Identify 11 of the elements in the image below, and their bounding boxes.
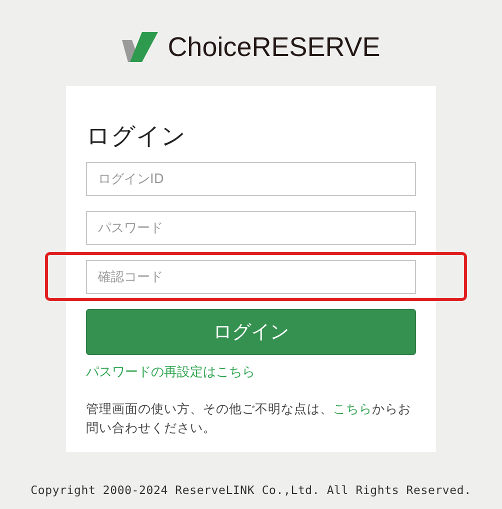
checkmark-logo-icon [122,32,158,62]
login-button[interactable]: ログイン [86,309,416,355]
copyright-text: Copyright 2000-2024 ReserveLINK Co.,Ltd. All Rights Reserved. [30,482,472,499]
login-title: ログイン [86,121,187,152]
input-field[interactable]: ログインID [86,162,416,196]
contact-link[interactable]: こちら [333,401,372,416]
help-text: 管理画面の使い方、その他ご不明な点は、こちら からお問い合わせください。 [86,400,412,437]
logo-text: ChoiceRESERVE [168,34,380,60]
input-field[interactable]: 確認コード [86,260,416,294]
password-reset-link[interactable]: パスワードの再設定はこちら [86,365,255,380]
input-field[interactable]: パスワード [86,211,416,245]
